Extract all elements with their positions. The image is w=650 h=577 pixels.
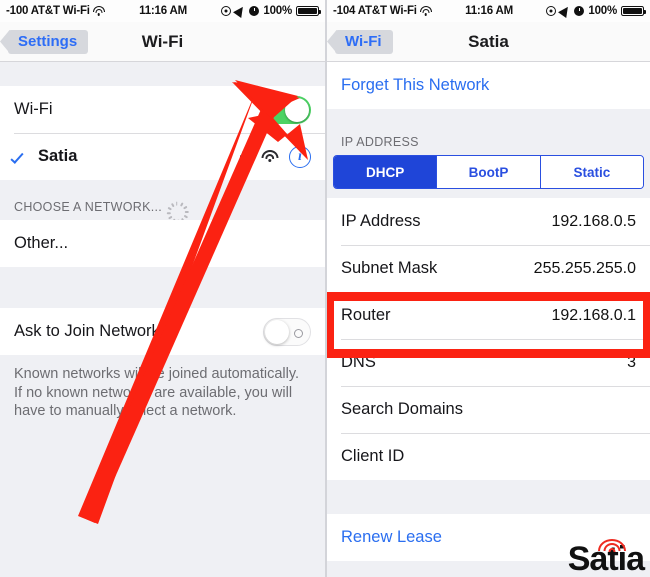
ip-address-header-label: IP ADDRESS (341, 135, 419, 149)
forget-network-group: Forget This Network (327, 62, 650, 109)
do-not-disturb-icon (546, 6, 557, 16)
left-status-bar: -100 AT&T Wi-Fi 11:16 AM 100% (0, 0, 325, 22)
client-id-label: Client ID (341, 447, 405, 465)
carrier-signal-label: -104 AT&T Wi-Fi (333, 5, 417, 17)
ip-mode-segmented-control[interactable]: DHCP BootP Static (333, 155, 644, 189)
row-ip-address[interactable]: IP Address 192.168.0.5 (327, 198, 650, 245)
ask-to-join-label: Ask to Join Networks (14, 322, 169, 340)
renew-lease-label: Renew Lease (341, 528, 442, 546)
left-phone-panel: -100 AT&T Wi-Fi 11:16 AM 100% Settings W… (0, 0, 325, 577)
spacer-renew (327, 480, 650, 514)
location-arrow-icon (558, 4, 573, 18)
dns-label: DNS (341, 353, 376, 371)
ip-address-header: IP ADDRESS (327, 125, 650, 155)
ip-detail-group: IP Address 192.168.0.5 Subnet Mask 255.2… (327, 198, 650, 480)
spacer-ip (327, 109, 650, 125)
battery-full-icon (296, 6, 321, 16)
row-search-domains[interactable]: Search Domains (327, 386, 650, 433)
dual-phone-screenshot: -100 AT&T Wi-Fi 11:16 AM 100% Settings W… (0, 0, 650, 577)
right-nav-bar: Wi-Fi Satia (327, 22, 650, 62)
carrier-signal-label: -100 AT&T Wi-Fi (6, 5, 90, 17)
segment-static[interactable]: Static (540, 156, 643, 188)
alarm-clock-icon (249, 6, 260, 16)
choose-network-header: CHOOSE A NETWORK... (0, 190, 325, 224)
wifi-toggle-switch[interactable] (263, 95, 311, 124)
search-domains-label: Search Domains (341, 400, 463, 418)
satia-logo: Satia (568, 538, 645, 576)
segment-bootp[interactable]: BootP (437, 156, 541, 188)
loading-spinner-icon (166, 198, 189, 224)
router-value: 192.168.0.1 (551, 306, 636, 324)
wifi-icon (419, 6, 432, 16)
ask-to-join-toggle-switch[interactable] (263, 317, 311, 346)
subnet-mask-label: Subnet Mask (341, 259, 438, 277)
spacer-ask (0, 267, 325, 308)
clock-label: 11:16 AM (465, 5, 513, 17)
right-phone-panel: -104 AT&T Wi-Fi 11:16 AM 100% Wi-Fi Sati… (325, 0, 650, 577)
clock-label: 11:16 AM (139, 5, 187, 17)
subnet-mask-value: 255.255.255.0 (533, 259, 636, 277)
row-router[interactable]: Router 192.168.0.1 (327, 292, 650, 339)
wifi-row-label: Wi-Fi (14, 100, 53, 118)
wifi-arcs-icon (597, 538, 627, 556)
row-dns[interactable]: DNS 3 (327, 339, 650, 386)
network-name-label: Satia (38, 147, 78, 165)
row-ask-to-join[interactable]: Ask to Join Networks (0, 308, 325, 355)
do-not-disturb-icon (221, 6, 232, 16)
ask-to-join-footnote: Known networks will be joined automatica… (14, 366, 300, 420)
wifi-toggle-group: Wi-Fi Satia i (0, 86, 325, 180)
row-subnet-mask[interactable]: Subnet Mask 255.255.255.0 (327, 245, 650, 292)
wifi-icon (92, 6, 105, 16)
back-button-settings[interactable]: Settings (8, 29, 89, 54)
right-status-bar: -104 AT&T Wi-Fi 11:16 AM 100% (327, 0, 650, 22)
router-label: Router (341, 306, 391, 324)
row-client-id[interactable]: Client ID (327, 433, 650, 480)
other-network-label: Other... (14, 234, 69, 252)
dns-value: 3 (627, 353, 636, 371)
spacer-top (0, 62, 325, 86)
spacer-choose (0, 180, 325, 190)
location-arrow-icon (233, 4, 248, 18)
ip-address-label: IP Address (341, 212, 421, 230)
info-circle-icon[interactable]: i (289, 145, 311, 168)
choose-network-group: Other... (0, 220, 325, 267)
ask-to-join-group: Ask to Join Networks (0, 308, 325, 355)
battery-full-icon (621, 6, 646, 16)
battery-percent-label: 100% (588, 5, 617, 17)
segment-dhcp[interactable]: DHCP (334, 156, 438, 188)
forget-network-label: Forget This Network (341, 76, 490, 94)
ip-address-value: 192.168.0.5 (551, 212, 636, 230)
row-other-network[interactable]: Other... (0, 220, 325, 267)
back-button-wifi[interactable]: Wi-Fi (335, 29, 393, 54)
lock-icon (240, 150, 250, 163)
spacer-details (327, 189, 650, 198)
alarm-clock-icon (574, 6, 585, 16)
wifi-signal-icon (261, 150, 278, 163)
row-wifi-toggle[interactable]: Wi-Fi (0, 86, 325, 133)
choose-network-label: CHOOSE A NETWORK... (14, 200, 163, 214)
left-nav-bar: Settings Wi-Fi (0, 22, 325, 62)
battery-percent-label: 100% (263, 5, 292, 17)
row-network-satia[interactable]: Satia i (0, 133, 325, 180)
row-forget-this-network[interactable]: Forget This Network (327, 62, 650, 109)
